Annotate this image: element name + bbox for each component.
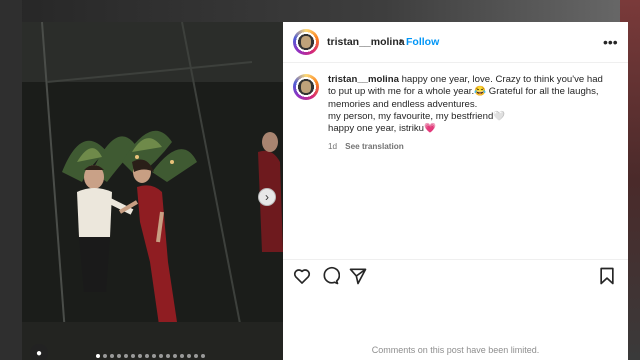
post-details-panel: tristan__molina • Follow ••• tristan__mo…: [283, 22, 628, 360]
post-meta: 1d See translation: [328, 142, 404, 151]
author-username[interactable]: tristan__molina: [327, 36, 405, 48]
carousel-dot: [187, 354, 191, 358]
post-caption: tristan__molina happy one year, love. Cr…: [328, 74, 618, 135]
more-horizontal-icon[interactable]: •••: [603, 34, 618, 50]
post-photo-illustration: [22, 22, 283, 360]
caption-line: my person, my favourite, my bestfriend🤍: [328, 110, 506, 122]
actions-divider: [283, 259, 628, 260]
background-feed-left: [0, 0, 22, 360]
carousel-dot: [173, 354, 177, 358]
post-header: tristan__molina • Follow •••: [283, 22, 628, 63]
carousel-dot: [180, 354, 184, 358]
heart-icon[interactable]: [292, 266, 312, 286]
carousel-dot: [110, 354, 114, 358]
caption-author-avatar[interactable]: [293, 74, 319, 100]
carousel-dot: [103, 354, 107, 358]
carousel-dot: [194, 354, 198, 358]
see-translation-link[interactable]: See translation: [345, 142, 404, 151]
comment-icon[interactable]: [320, 266, 340, 286]
caption-line: memories and endless adventures.: [328, 98, 478, 110]
caption-line: happy one year, istriku💗: [328, 123, 436, 135]
carousel-dot: [124, 354, 128, 358]
share-icon[interactable]: [348, 266, 368, 286]
user-tag-icon: ●: [35, 347, 43, 359]
post-photo: [22, 22, 283, 360]
carousel-dot: [138, 354, 142, 358]
tagged-users-button[interactable]: ●: [30, 344, 48, 360]
carousel-indicator: [96, 354, 205, 358]
carousel-dot: [152, 354, 156, 358]
follow-button[interactable]: Follow: [406, 36, 439, 48]
chevron-right-icon: ›: [265, 190, 269, 204]
carousel-next-button[interactable]: ›: [258, 188, 276, 206]
comments-limited-notice: Comments on this post have been limited.: [371, 345, 540, 355]
author-avatar[interactable]: [293, 29, 319, 55]
carousel-dot: [145, 354, 149, 358]
caption-line: happy one year, love. Crazy to think you…: [401, 74, 603, 85]
carousel-dot: [166, 354, 170, 358]
bookmark-icon[interactable]: [597, 266, 617, 286]
carousel-dot: [96, 354, 100, 358]
caption-username[interactable]: tristan__molina: [328, 74, 399, 85]
separator-dot: •: [399, 36, 403, 47]
carousel-dot: [159, 354, 163, 358]
carousel-dot: [131, 354, 135, 358]
carousel-dot: [117, 354, 121, 358]
carousel-dot: [201, 354, 205, 358]
post-timestamp[interactable]: 1d: [328, 142, 337, 151]
caption-line: to put up with me for a whole year.😂 Gra…: [328, 86, 599, 98]
